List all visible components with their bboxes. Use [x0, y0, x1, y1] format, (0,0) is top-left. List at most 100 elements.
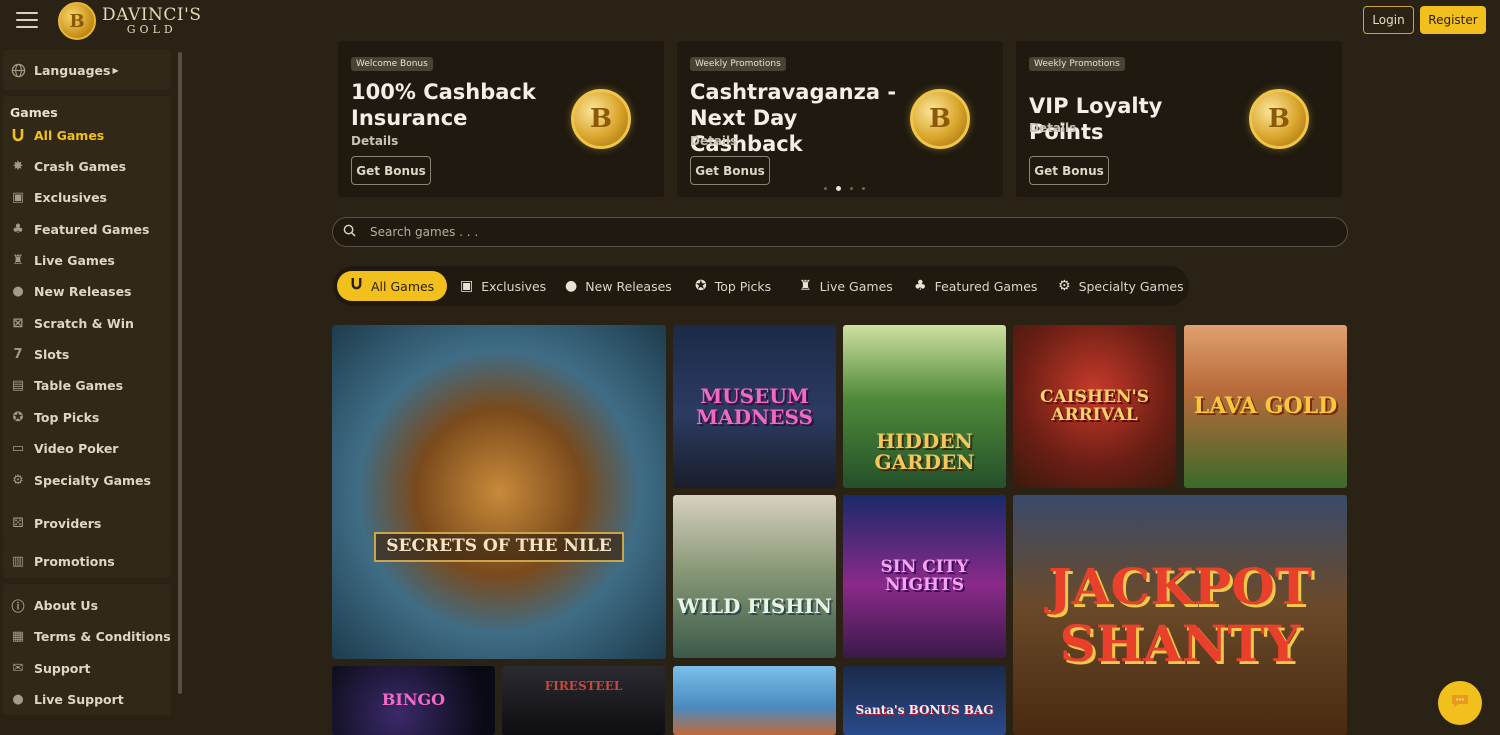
category-tabs: All Games ▣ Exclusives ● New Releases ✪ Top…	[333, 266, 1189, 306]
game-tile[interactable]: SIN CITY NIGHTS	[843, 495, 1006, 658]
game-tile[interactable]: LAVA GOLD	[1184, 325, 1347, 488]
award-icon: ✪	[12, 409, 24, 425]
chat-bubble-icon	[1450, 693, 1470, 714]
globe-icon	[10, 62, 26, 78]
sidebar-item-specialty-games[interactable]: ⚙ Specialty Games	[10, 470, 151, 490]
carousel-dots	[824, 186, 865, 191]
game-tile[interactable]	[673, 666, 836, 735]
search-input[interactable]	[370, 225, 1270, 239]
tab-featured-games[interactable]: ♣ Featured Games	[914, 271, 1037, 301]
exclusives-icon: ▣	[460, 278, 474, 294]
register-button[interactable]: Register	[1420, 6, 1486, 34]
exclusives-icon: ▣	[11, 189, 25, 205]
tab-top-picks[interactable]: ✪ Top Picks	[695, 271, 771, 301]
sidebar-item-top-picks[interactable]: ✪ Top Picks	[10, 407, 100, 427]
sidebar-item-video-poker[interactable]: ▭ Video Poker	[10, 438, 119, 458]
game-tile[interactable]: JACKPOT SHANTY	[1013, 495, 1347, 735]
top-bar: B DAVINCI'S GOLD Login Register	[0, 0, 1500, 40]
game-tile[interactable]: HIDDEN GARDEN	[843, 325, 1006, 488]
gift-icon: ▥	[11, 553, 25, 569]
info-icon: ⓘ	[11, 599, 25, 615]
award-icon: ✪	[695, 278, 707, 294]
promo-details-link[interactable]: Details	[1029, 121, 1076, 135]
tab-specialty-games[interactable]: ⚙ Specialty Games	[1058, 271, 1184, 301]
providers-icon: ⚄	[12, 515, 24, 531]
promo-card[interactable]: Welcome Bonus 100% Cashback Insurance De…	[338, 41, 664, 197]
get-bonus-button[interactable]: Get Bonus	[1029, 156, 1109, 185]
sidebar-scrollbar[interactable]	[178, 52, 182, 694]
promo-details-link[interactable]: Details	[351, 134, 398, 148]
new-icon: ●	[565, 278, 578, 294]
carousel-dot[interactable]	[824, 187, 827, 190]
document-icon: ▦	[11, 628, 25, 644]
game-tile[interactable]: WILD FISHIN	[673, 495, 836, 658]
game-tile[interactable]: CAISHEN'S ARRIVAL	[1013, 325, 1176, 488]
horseshoe-icon	[350, 277, 363, 295]
sidebar-item-featured-games[interactable]: ♣ Featured Games	[10, 219, 149, 239]
promo-card[interactable]: Weekly Promotions Cashtravaganza - Next …	[677, 41, 1003, 197]
sidebar-item-exclusives[interactable]: ▣ Exclusives	[10, 187, 107, 207]
gear-icon: ⚙	[1058, 278, 1071, 294]
sidebar-item-all-games[interactable]: All Games	[10, 125, 104, 145]
sidebar: Languages ▶ Games All Games ✸ Crash Games…	[0, 44, 185, 735]
game-tile[interactable]: Santa's BONUS BAG	[843, 666, 1006, 735]
sidebar-item-terms[interactable]: ▦ Terms & Conditions	[10, 626, 171, 646]
sidebar-item-languages[interactable]: Languages ▶	[10, 60, 119, 80]
game-tile[interactable]: FIRESTEEL	[502, 666, 665, 735]
sidebar-item-live-support[interactable]: ● Live Support	[10, 689, 123, 709]
sidebar-item-new-releases[interactable]: ● New Releases	[10, 281, 131, 301]
gold-coin-icon: B	[1249, 89, 1309, 149]
gear-icon: ⚙	[12, 472, 24, 488]
scratch-icon: ⊠	[12, 315, 24, 331]
tab-all-games[interactable]: All Games	[337, 271, 448, 301]
carousel-dot-active[interactable]	[836, 186, 841, 191]
sidebar-item-scratch-win[interactable]: ⊠ Scratch & Win	[10, 313, 134, 333]
sidebar-games-heading: Games	[10, 105, 58, 120]
crash-icon: ✸	[12, 158, 24, 174]
promo-title: 100% Cashback Insurance	[351, 80, 536, 130]
get-bonus-button[interactable]: Get Bonus	[351, 156, 431, 185]
logo-text-line1: DAVINCI'S	[102, 5, 202, 25]
login-button[interactable]: Login	[1363, 6, 1414, 34]
site-logo[interactable]: B DAVINCI'S GOLD	[58, 2, 201, 40]
sidebar-item-crash-games[interactable]: ✸ Crash Games	[10, 156, 127, 176]
get-bonus-button[interactable]: Get Bonus	[690, 156, 770, 185]
game-tile[interactable]: MUSEUM MADNESS	[673, 325, 836, 488]
sidebar-item-slots[interactable]: 7 Slots	[10, 344, 69, 364]
sidebar-item-promotions[interactable]: ▥ Promotions	[10, 551, 115, 571]
caret-right-icon: ▶	[112, 65, 119, 75]
horseshoe-icon	[10, 127, 26, 143]
slots-icon: 7	[13, 346, 23, 362]
tab-new-releases[interactable]: ● New Releases	[565, 271, 672, 301]
live-icon: ♜	[12, 252, 24, 268]
promo-tag: Welcome Bonus	[351, 57, 433, 71]
carousel-dot[interactable]	[850, 187, 853, 190]
logo-text-line2: GOLD	[126, 23, 177, 36]
game-tile[interactable]: SECRETS OF THE NILE	[332, 325, 666, 659]
carousel-dot[interactable]	[862, 187, 865, 190]
promo-card[interactable]: Weekly Promotions VIP Loyalty Points Det…	[1016, 41, 1342, 197]
promo-tag: Weekly Promotions	[690, 57, 786, 71]
promo-details-link[interactable]: Details	[690, 134, 737, 148]
live-icon: ♜	[799, 278, 812, 294]
chat-icon: ●	[12, 691, 24, 707]
clover-icon: ♣	[914, 278, 927, 294]
table-icon: ▤	[11, 377, 25, 393]
sidebar-item-about-us[interactable]: ⓘ About Us	[10, 595, 98, 615]
search-icon	[343, 224, 356, 241]
search-bar	[332, 217, 1348, 247]
tab-live-games[interactable]: ♜ Live Games	[799, 271, 893, 301]
sidebar-item-table-games[interactable]: ▤ Table Games	[10, 375, 123, 395]
tab-exclusives[interactable]: ▣ Exclusives	[460, 271, 546, 301]
promo-title: VIP Loyalty Points	[1029, 94, 1163, 144]
live-chat-button[interactable]	[1438, 681, 1482, 725]
promo-tag: Weekly Promotions	[1029, 57, 1125, 71]
sidebar-item-support[interactable]: ✉ Support	[10, 658, 91, 678]
new-icon: ●	[12, 283, 24, 299]
sidebar-item-providers[interactable]: ⚄ Providers	[10, 513, 101, 533]
sidebar-item-live-games[interactable]: ♜ Live Games	[10, 250, 115, 270]
logo-coin-icon: B	[58, 2, 96, 40]
mail-icon: ✉	[12, 660, 24, 676]
game-tile[interactable]: BINGO	[332, 666, 495, 735]
hamburger-menu-icon[interactable]	[16, 12, 38, 28]
